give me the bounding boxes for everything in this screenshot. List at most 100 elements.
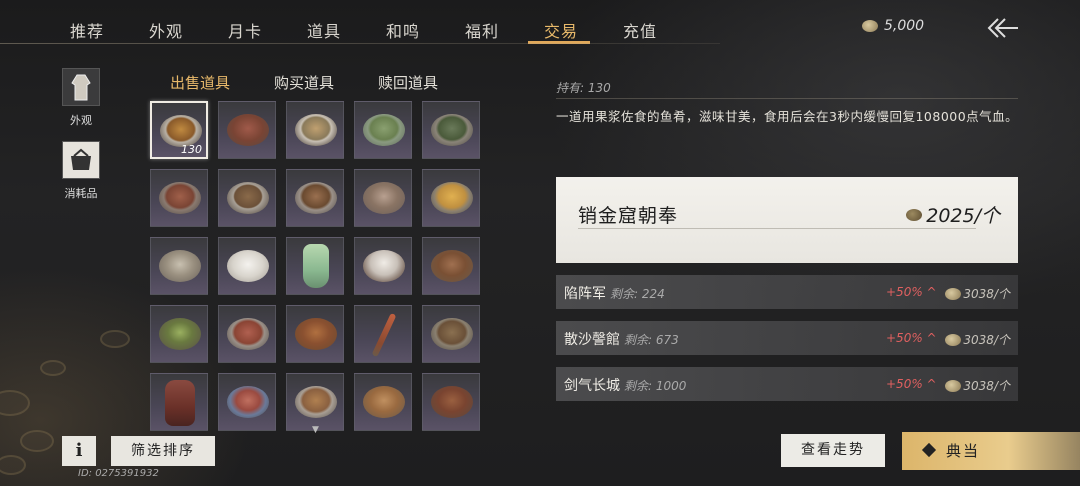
food-dish-icon — [431, 182, 473, 214]
back-button[interactable] — [986, 16, 1020, 40]
item-slot[interactable] — [150, 305, 208, 363]
view-trend-button[interactable]: 查看走势 — [781, 434, 885, 467]
tab-monthly-card[interactable]: 月卡 — [228, 18, 262, 42]
tab-appearance[interactable]: 外观 — [149, 18, 183, 42]
item-description: 一道用果浆佐食的鱼肴，滋味甘美，食用后会在3秒内缓慢回复108000点气血。 — [556, 109, 1019, 124]
category-label: 消耗品 — [64, 187, 98, 200]
top-nav: 推荐 外观 月卡 道具 和鸣 福利 交易 充值 5,000 — [0, 0, 1080, 44]
item-slot[interactable] — [150, 373, 208, 431]
info-button[interactable]: i — [62, 436, 96, 466]
category-appearance[interactable]: 外观 — [62, 68, 100, 128]
item-slot[interactable] — [286, 101, 344, 159]
main-offer-underline — [578, 228, 976, 229]
currency-display: 5,000 — [862, 18, 924, 34]
food-dish-icon — [431, 318, 473, 350]
offer-row[interactable]: 散沙謦館 剩余: 673 +50% ^ 3038/个 — [556, 321, 1018, 355]
owned-count: 持有: 130 — [556, 81, 611, 95]
food-dish-icon — [227, 114, 269, 146]
offer-name: 散沙謦館 — [564, 332, 620, 348]
offer-increase: +50% ^ — [886, 331, 937, 345]
detail-divider — [556, 98, 1018, 99]
scroll-down-icon[interactable]: ▼ — [312, 425, 319, 435]
outfit-icon — [62, 68, 100, 106]
item-slot[interactable] — [150, 169, 208, 227]
coin-icon — [862, 20, 878, 32]
drink-icon — [303, 244, 329, 288]
background-coin — [20, 430, 54, 452]
item-slot[interactable] — [354, 305, 412, 363]
nav-divider — [0, 43, 720, 44]
main-offer-name: 销金窟朝奉 — [578, 205, 679, 227]
offer-price: 3038/个 — [945, 331, 1010, 348]
tab-harmony[interactable]: 和鸣 — [386, 18, 420, 42]
item-slot[interactable] — [354, 101, 412, 159]
item-slot[interactable] — [354, 237, 412, 295]
item-slot[interactable] — [286, 169, 344, 227]
offer-increase: +50% ^ — [886, 377, 937, 391]
background-coin — [40, 360, 66, 376]
subtab-buy-items[interactable]: 购买道具 — [274, 72, 334, 93]
food-dish-icon — [431, 386, 473, 418]
skewer-icon — [371, 312, 397, 358]
item-slot[interactable] — [286, 237, 344, 295]
item-slot[interactable] — [422, 237, 480, 295]
tab-recharge[interactable]: 充值 — [623, 18, 657, 42]
food-dish-icon — [159, 318, 201, 350]
subtab-redeem-items[interactable]: 赎回道具 — [378, 72, 438, 93]
item-slot[interactable] — [218, 237, 276, 295]
offer-price-value: 3038/个 — [963, 379, 1010, 393]
item-slot[interactable] — [422, 373, 480, 431]
background-coin — [100, 330, 130, 348]
item-slot[interactable] — [422, 169, 480, 227]
item-slot[interactable] — [422, 101, 480, 159]
item-grid: 130 — [150, 101, 480, 431]
subtab-sell-items[interactable]: 出售道具 — [170, 72, 230, 93]
coin-icon — [906, 208, 923, 221]
offer-price-value: 3038/个 — [963, 333, 1010, 347]
item-slot[interactable] — [354, 169, 412, 227]
item-slot[interactable] — [422, 305, 480, 363]
offer-row[interactable]: 剑气长城 剩余: 1000 +50% ^ 3038/个 — [556, 367, 1018, 401]
offer-name: 剑气长城 — [564, 378, 620, 394]
tab-recommend[interactable]: 推荐 — [70, 18, 104, 42]
item-slot[interactable] — [218, 169, 276, 227]
main-offer-price: 2025/个 — [906, 201, 1000, 228]
food-dish-icon — [295, 182, 337, 214]
main-offer-card[interactable]: 销金窟朝奉 2025/个 — [556, 177, 1018, 263]
food-dish-icon — [227, 250, 269, 282]
item-slot[interactable] — [218, 373, 276, 431]
tab-welfare[interactable]: 福利 — [465, 18, 499, 42]
item-slot[interactable] — [150, 237, 208, 295]
filter-sort-button[interactable]: 筛选排序 — [111, 436, 215, 466]
user-id: ID: 0275391932 — [78, 468, 159, 479]
offer-price: 3038/个 — [945, 285, 1010, 302]
item-slot[interactable] — [218, 101, 276, 159]
consumable-icon — [62, 141, 100, 179]
currency-amount: 5,000 — [884, 18, 925, 34]
tab-trade[interactable]: 交易 — [544, 18, 578, 42]
item-slot[interactable] — [354, 373, 412, 431]
coin-icon — [945, 333, 962, 346]
offer-remaining: 剩余: 673 — [624, 333, 679, 347]
back-arrow-icon — [987, 18, 1018, 38]
food-dish-icon — [227, 182, 269, 214]
category-label: 外观 — [70, 114, 92, 127]
offer-remaining: 剩余: 1000 — [624, 379, 687, 393]
offer-price-value: 3038/个 — [963, 287, 1010, 301]
diamond-icon — [921, 442, 937, 457]
background-coin — [0, 455, 26, 475]
item-slot[interactable] — [218, 305, 276, 363]
food-dish-icon — [295, 318, 337, 350]
item-slot[interactable] — [286, 305, 344, 363]
pawn-label: 典当 — [946, 442, 981, 460]
tab-items[interactable]: 道具 — [307, 18, 341, 42]
food-dish-icon — [227, 318, 269, 350]
item-slot[interactable] — [286, 373, 344, 431]
pawn-button[interactable]: 典当 — [902, 432, 1080, 470]
coin-icon — [945, 287, 962, 300]
item-slot[interactable]: 130 — [150, 101, 208, 159]
offer-name: 陷阵军 — [564, 286, 606, 302]
offer-row[interactable]: 陷阵军 剩余: 224 +50% ^ 3038/个 — [556, 275, 1018, 309]
jar-icon — [165, 380, 195, 426]
category-consumables[interactable]: 消耗品 — [62, 141, 100, 201]
